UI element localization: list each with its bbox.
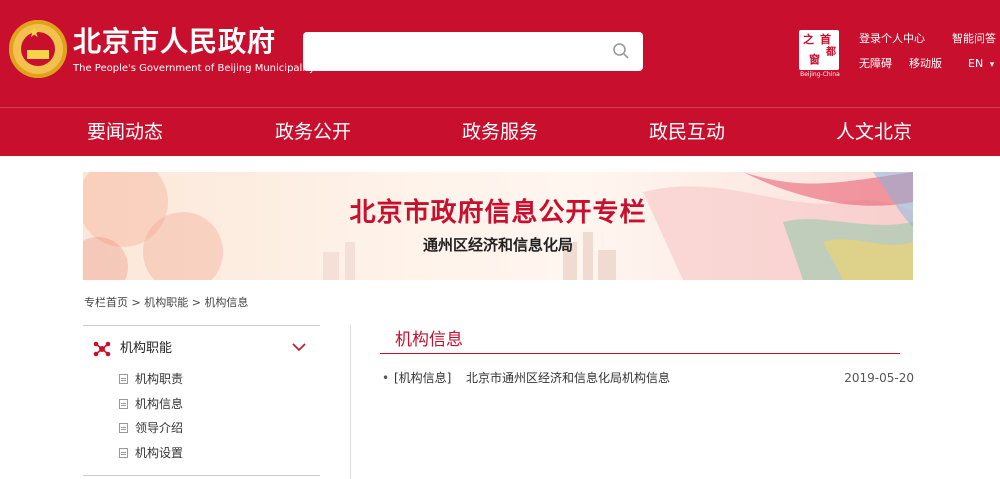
logo-char: 首 bbox=[820, 33, 831, 46]
sidebar-item-label: 机构设置 bbox=[135, 446, 184, 460]
logo-char: 都 bbox=[826, 47, 836, 58]
national-emblem-icon[interactable]: ★ bbox=[9, 20, 67, 78]
caret-down-icon: ▾ bbox=[989, 60, 995, 70]
breadcrumb: 专栏首页 > 机构职能 > 机构信息 bbox=[84, 296, 248, 310]
site-subtitle: The People's Government of Beijing Munic… bbox=[73, 63, 315, 74]
list-bullet: • bbox=[382, 371, 390, 385]
document-icon bbox=[119, 448, 128, 458]
nav-item-culture[interactable]: 人文北京 bbox=[836, 120, 912, 144]
column-banner: 北京市政府信息公开专栏 通州区经济和信息化局 bbox=[83, 172, 913, 280]
search-icon[interactable] bbox=[612, 42, 630, 60]
article-title-link[interactable]: 北京市通州区经济和信息化局机构信息 bbox=[466, 370, 670, 386]
emblem-gate bbox=[27, 50, 49, 59]
banner-title: 北京市政府信息公开专栏 bbox=[349, 198, 647, 228]
logo-char: 之 bbox=[803, 33, 814, 46]
chevron-down-icon[interactable] bbox=[292, 342, 306, 352]
sidebar-heading-label: 机构职能 bbox=[120, 341, 173, 356]
main-nav: 要闻动态 政务公开 政务服务 政民互动 人文北京 bbox=[0, 107, 1000, 156]
mobile-link[interactable]: 移动版 bbox=[909, 57, 942, 71]
language-switch[interactable]: EN ▾ bbox=[968, 57, 994, 72]
breadcrumb-functions[interactable]: 机构职能 bbox=[144, 296, 188, 309]
nav-item-interaction[interactable]: 政民互动 bbox=[649, 120, 725, 144]
logo-caption: Beijing-China bbox=[800, 71, 840, 78]
sidebar-item-label: 领导介绍 bbox=[135, 421, 184, 435]
sidebar-divider bbox=[83, 325, 320, 326]
emblem-star: ★ bbox=[28, 25, 41, 41]
breadcrumb-home[interactable]: 专栏首页 bbox=[84, 296, 128, 309]
banner-subtitle: 通州区经济和信息化局 bbox=[422, 236, 573, 254]
login-link[interactable]: 登录个人中心 bbox=[859, 32, 925, 46]
nav-item-news[interactable]: 要闻动态 bbox=[87, 120, 163, 144]
breadcrumb-separator: > bbox=[131, 296, 141, 309]
document-icon bbox=[119, 374, 128, 384]
search-input[interactable] bbox=[303, 32, 643, 71]
sidebar-heading[interactable]: 机构职能 bbox=[83, 337, 320, 361]
breadcrumb-current[interactable]: 机构信息 bbox=[204, 296, 248, 309]
breadcrumb-separator: > bbox=[191, 296, 201, 309]
qa-link[interactable]: 智能问答 bbox=[952, 32, 996, 46]
site-header: ★ 北京市人民政府 The People's Government of Bei… bbox=[0, 0, 1000, 107]
sidebar-item-label: 机构职责 bbox=[135, 372, 184, 386]
article-date: 2019-05-20 bbox=[844, 371, 914, 385]
accessibility-link[interactable]: 无障碍 bbox=[859, 57, 892, 71]
org-network-icon bbox=[93, 341, 111, 357]
language-label: EN bbox=[968, 57, 984, 70]
document-icon bbox=[119, 399, 128, 409]
site-title[interactable]: 北京市人民政府 bbox=[73, 26, 276, 58]
logo-char: 窗 bbox=[809, 53, 820, 66]
nav-item-gov-open[interactable]: 政务公开 bbox=[275, 120, 351, 144]
list-item: • [机构信息] 北京市通州区经济和信息化局机构信息 2019-05-20 bbox=[382, 370, 914, 386]
nav-item-gov-service[interactable]: 政务服务 bbox=[462, 120, 538, 144]
sidebar-divider bbox=[83, 475, 320, 476]
article-category[interactable]: [机构信息] bbox=[394, 370, 451, 386]
column-divider bbox=[350, 325, 351, 479]
document-icon bbox=[119, 423, 128, 433]
capital-window-logo[interactable]: 之 首 都 窗 bbox=[799, 30, 839, 70]
section-title: 机构信息 bbox=[395, 330, 463, 350]
sidebar-item-label: 机构信息 bbox=[135, 397, 184, 411]
section-rule bbox=[380, 353, 900, 354]
